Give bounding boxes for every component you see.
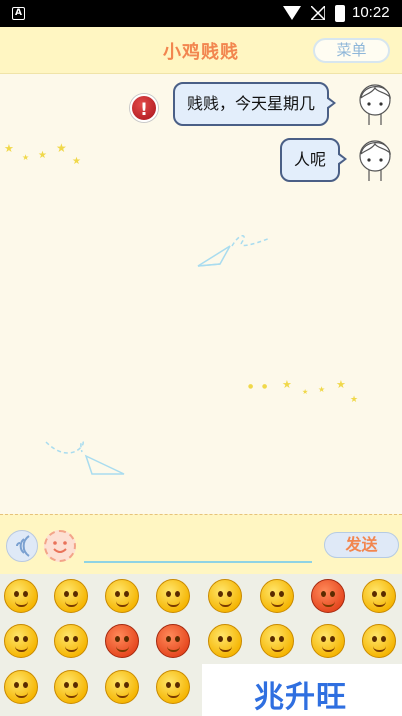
sweat-emoji[interactable] [311, 624, 345, 658]
svg-text:●: ● [248, 383, 253, 390]
grin-emoji[interactable] [260, 624, 294, 658]
svg-text:★: ★ [56, 141, 67, 155]
shy-emoji[interactable] [54, 670, 88, 704]
message-input[interactable] [84, 533, 312, 563]
svg-text:★: ★ [350, 395, 358, 405]
svg-text:★: ★ [4, 142, 14, 155]
svg-text:★: ★ [282, 378, 292, 391]
svg-text:★: ★ [318, 385, 325, 394]
dizzy-emoji[interactable] [156, 670, 190, 704]
paper-plane-icon [197, 235, 271, 267]
blush-emoji[interactable] [54, 579, 88, 613]
laughing-tears-emoji[interactable] [54, 624, 88, 658]
smile-emoji[interactable] [4, 579, 38, 613]
stars-decoration-icon: ★ ★ ★ ★ ★ [4, 141, 81, 167]
stars-decoration-icon: ● ● ★ ★ ★ ★ ★ [248, 378, 358, 405]
watermark-logo: 兆升旺 [202, 664, 402, 716]
svg-text:●: ● [262, 383, 267, 390]
surprised-emoji[interactable] [156, 579, 190, 613]
angry-emoji[interactable] [105, 624, 139, 658]
app-header: 小鸡贱贱 菜单 [0, 27, 402, 74]
wink-emoji[interactable] [208, 624, 242, 658]
furious-emoji[interactable] [156, 624, 190, 658]
send-button[interactable]: 发送 [324, 532, 399, 558]
svg-text:★: ★ [22, 153, 29, 162]
svg-text:★: ★ [336, 378, 346, 391]
sad-emoji[interactable] [362, 624, 396, 658]
menu-button[interactable]: 菜单 [313, 38, 390, 63]
love-emoji[interactable] [311, 579, 345, 613]
cool-emoji[interactable] [208, 579, 242, 613]
wifi-icon [283, 6, 301, 20]
heart-eyes-emoji[interactable] [105, 579, 139, 613]
zipped-emoji[interactable] [362, 579, 396, 613]
status-time: 10:22 [352, 4, 390, 21]
svg-text:★: ★ [38, 150, 47, 161]
no-signal-icon [311, 6, 325, 20]
page-indicator [170, 708, 192, 716]
send-failed-icon[interactable]: ! [130, 94, 158, 122]
emoji-toggle-button[interactable] [44, 530, 76, 562]
voice-button[interactable] [6, 530, 38, 562]
user-avatar[interactable] [355, 80, 395, 126]
svg-text:★: ★ [72, 156, 81, 167]
watermark-text: 兆升旺 [254, 680, 347, 715]
paper-plane-icon [45, 440, 125, 475]
app-notification-icon: A [12, 7, 25, 20]
voice-icon [16, 535, 30, 557]
chat-area[interactable]: ★ ★ ★ ★ ★ ● ● ★ ★ ★ ★ ★ ! 贱贱，今天星期几 人呢 [0, 74, 402, 514]
smiley-face-icon [53, 541, 67, 553]
message-bubble[interactable]: 人呢 [280, 138, 348, 182]
sunglasses-emoji[interactable] [4, 670, 38, 704]
status-bar: A 10:22 [0, 0, 402, 27]
smirk-emoji[interactable] [4, 624, 38, 658]
laughing-emoji[interactable] [105, 670, 139, 704]
crying-emoji[interactable] [260, 579, 294, 613]
input-bar: 发送 [0, 514, 402, 574]
battery-icon [335, 5, 345, 22]
svg-text:★: ★ [302, 388, 308, 396]
message-bubble[interactable]: 贱贱，今天星期几 [173, 82, 337, 126]
user-avatar[interactable] [355, 136, 395, 182]
